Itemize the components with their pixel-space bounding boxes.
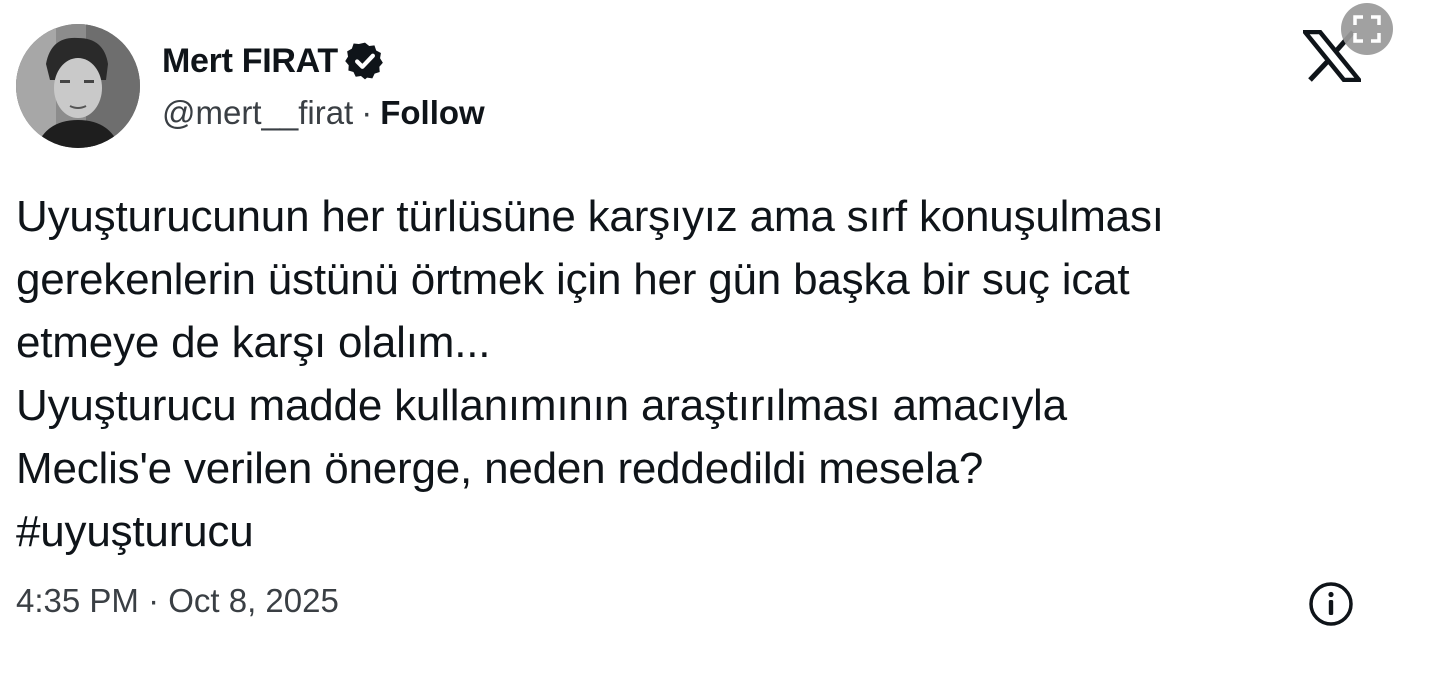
tweet-line: gerekenlerin üstünü örtmek için her gün … — [16, 255, 1130, 304]
verified-badge-icon — [344, 40, 386, 82]
display-name[interactable]: Mert FIRAT — [162, 42, 338, 81]
expand-icon — [1353, 15, 1381, 43]
tweet-line: Meclis'e verilen önerge, neden reddedild… — [16, 444, 984, 493]
tweet-card: Mert FIRAT @mert__firat · Follow Uyuştur… — [0, 0, 1440, 676]
author-handle[interactable]: @mert__firat — [162, 94, 353, 132]
avatar[interactable] — [16, 24, 140, 148]
tweet-line: etmeye de karşı olalım... — [16, 318, 491, 367]
tweet-text: Uyuşturucunun her türlüsüne karşıyız ama… — [16, 185, 1416, 563]
hashtag-link[interactable]: #uyuşturucu — [16, 500, 1416, 563]
expand-button[interactable] — [1341, 3, 1393, 55]
author-name-row: Mert FIRAT — [162, 40, 386, 82]
info-icon[interactable] — [1307, 580, 1355, 628]
tweet-timestamp[interactable]: 4:35 PM · Oct 8, 2025 — [16, 580, 339, 622]
tweet-line: Uyuşturucu madde kullanımının araştırılm… — [16, 381, 1067, 430]
author-handle-row: @mert__firat · Follow — [162, 93, 485, 133]
handle-separator: · — [361, 94, 373, 131]
follow-button[interactable]: Follow — [380, 94, 484, 132]
tweet-line: Uyuşturucunun her türlüsüne karşıyız ama… — [16, 192, 1164, 241]
